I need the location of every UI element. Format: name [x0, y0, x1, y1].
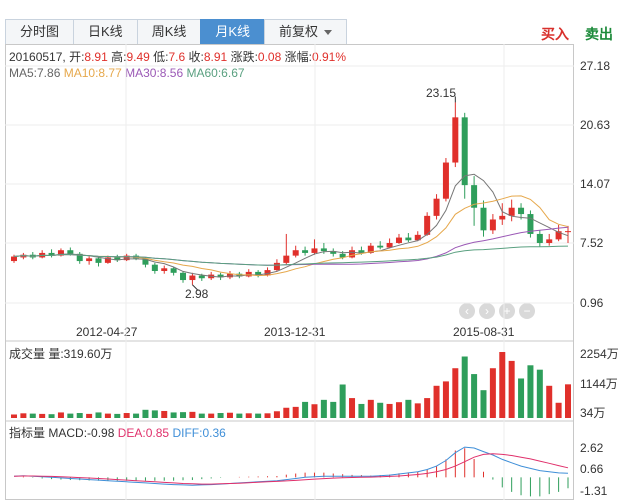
volume-bar: [405, 399, 412, 418]
candle-body: [499, 215, 506, 220]
volume-bar: [198, 413, 205, 418]
volume-bar: [302, 401, 309, 418]
candle-body: [536, 233, 543, 243]
candle-body: [292, 250, 299, 256]
volume-bar: [395, 402, 402, 418]
volume-bar: [20, 413, 27, 418]
volume-bar: [29, 413, 36, 418]
volume-bar: [320, 399, 327, 418]
candle-body: [95, 258, 102, 263]
candle-body: [283, 255, 290, 263]
candle-body: [405, 237, 412, 241]
volume-bar: [133, 413, 140, 418]
candle-body: [480, 207, 487, 231]
volume-bar: [546, 385, 553, 418]
volume-bar: [264, 413, 271, 418]
volume-bar: [11, 414, 17, 418]
candle-body: [489, 219, 496, 231]
volume-bar: [489, 368, 496, 418]
volume-bar: [536, 369, 543, 418]
volume-bar: [330, 401, 337, 418]
volume-bar: [452, 368, 459, 418]
volume-bar: [283, 407, 290, 418]
volume-bar: [123, 413, 130, 418]
candle-body: [565, 231, 571, 233]
candle-body: [170, 268, 177, 273]
volume-bar: [367, 399, 374, 418]
candle-body: [86, 258, 93, 262]
volume-bar: [414, 403, 421, 418]
volume-bar: [226, 412, 233, 418]
volume-bar: [48, 414, 55, 418]
volume-bar: [170, 412, 177, 418]
candle-body: [302, 250, 309, 253]
volume-bar: [527, 365, 534, 418]
volume-bar: [95, 412, 102, 418]
volume-bar: [161, 410, 168, 418]
low-callout-line: [192, 284, 199, 292]
candle-body: [442, 162, 449, 199]
volume-bar: [499, 352, 506, 418]
volume-bar: [386, 403, 393, 418]
volume-bar: [217, 413, 224, 418]
volume-bar: [142, 409, 149, 418]
volume-bar: [189, 411, 196, 418]
volume-bar: [565, 408, 571, 418]
volume-bar: [236, 413, 243, 418]
volume-bar: [57, 412, 64, 418]
volume-bar: [292, 406, 299, 418]
candle-body: [180, 272, 187, 281]
volume-bar: [442, 381, 449, 418]
volume-bar: [114, 413, 121, 418]
volume-bar: [471, 374, 478, 418]
volume-bar: [273, 411, 280, 418]
candle-body: [461, 117, 468, 186]
candle-body: [452, 117, 459, 163]
volume-bar: [67, 413, 74, 418]
volume-bar: [339, 384, 346, 418]
volume-bar: [151, 410, 158, 418]
volume-bar: [518, 378, 525, 418]
volume-bar: [76, 413, 83, 418]
volume-bar: [433, 385, 440, 418]
candle-body: [518, 207, 525, 215]
volume-bar: [349, 398, 356, 418]
volume-bar: [358, 403, 365, 418]
volume-bar: [311, 404, 318, 418]
candle-body: [245, 271, 252, 277]
candle-body: [546, 239, 553, 243]
candle-body: [151, 264, 158, 272]
volume-bar: [39, 413, 46, 418]
candle-body: [161, 268, 168, 272]
candle-body: [433, 198, 440, 216]
volume-bar: [104, 413, 111, 418]
volume-bar: [180, 412, 187, 418]
volume-bar: [86, 413, 93, 418]
volume-bar: [424, 398, 431, 418]
candle-body: [395, 237, 402, 243]
candle-body: [67, 250, 74, 254]
volume-bar: [461, 356, 468, 418]
candle-body: [189, 275, 196, 281]
candle-body: [273, 262, 280, 271]
candle-body: [377, 245, 384, 248]
volume-bar: [255, 413, 262, 418]
diff-line: [13, 446, 569, 486]
candle-body: [198, 275, 205, 279]
kline-chart-svg[interactable]: [0, 0, 629, 501]
candle-body: [320, 248, 327, 252]
volume-bar: [480, 390, 487, 418]
candle-body: [311, 248, 318, 253]
volume-bar: [377, 402, 384, 418]
volume-bar: [245, 413, 252, 418]
candle-body: [11, 256, 17, 262]
volume-bar: [208, 413, 215, 418]
volume-bar: [508, 360, 515, 418]
volume-bar: [555, 402, 562, 418]
